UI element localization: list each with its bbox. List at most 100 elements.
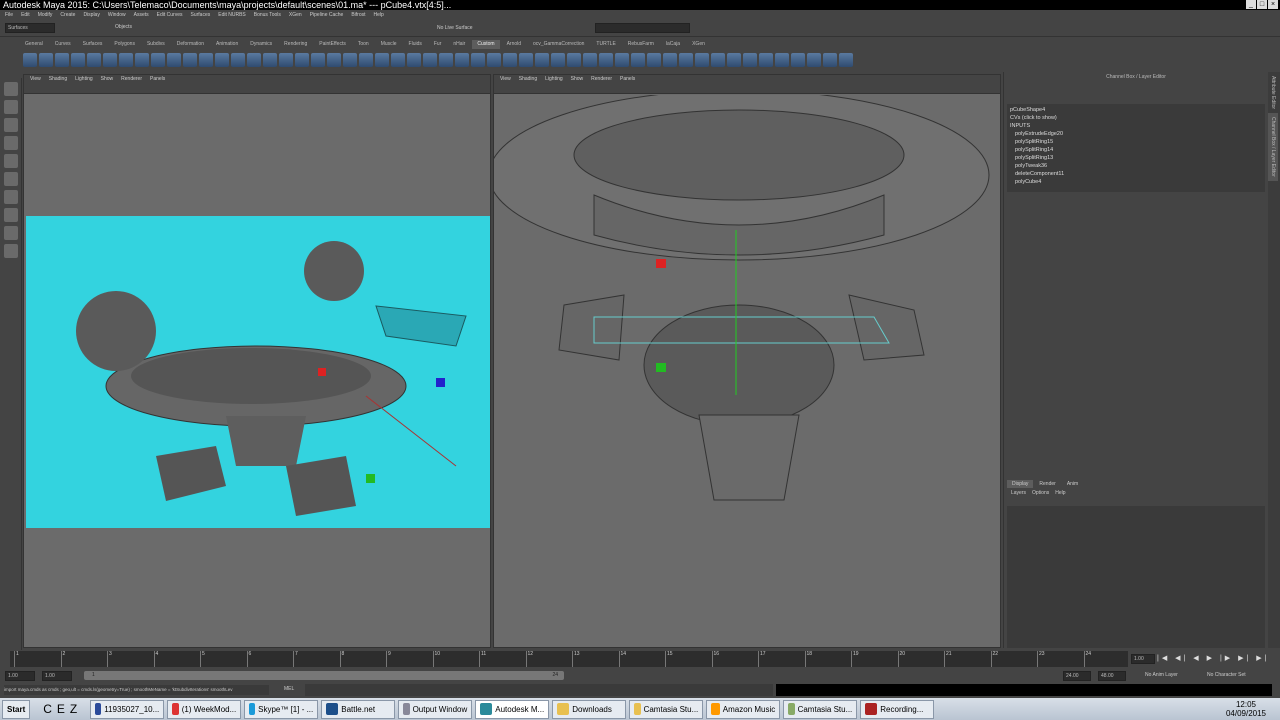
move-tool-icon[interactable]	[4, 136, 18, 150]
layer-list[interactable]	[1007, 506, 1265, 648]
viewport-menu-item[interactable]: Show	[101, 75, 114, 83]
channel-item[interactable]: polyCube4	[1010, 178, 1262, 186]
layout-four-icon[interactable]	[4, 226, 18, 240]
start-time-field[interactable]: 1.00	[5, 671, 35, 681]
layout-single-icon[interactable]	[4, 208, 18, 222]
shelf-tool-icon[interactable]	[423, 53, 437, 67]
scale-tool-icon[interactable]	[4, 172, 18, 186]
menu-item[interactable]: Display	[83, 10, 99, 20]
layer-menu-item[interactable]: Help	[1055, 490, 1065, 496]
shelf-tab[interactable]: PaintEffects	[314, 40, 351, 49]
viewport-menu-item[interactable]: Shading	[49, 75, 67, 83]
channel-item[interactable]: polySplitRing13	[1010, 154, 1262, 162]
end-time-field[interactable]: 48.00	[1098, 671, 1126, 681]
command-input[interactable]	[305, 684, 773, 696]
shelf-tab[interactable]: RebusFarm	[623, 40, 659, 49]
menu-item[interactable]: Bifrost	[351, 10, 365, 20]
app-icon[interactable]: E	[57, 702, 65, 716]
shelf-tab[interactable]: Toon	[353, 40, 374, 49]
viewport-left[interactable]: View Shading Lighting Show Renderer Panels	[23, 74, 491, 648]
taskbar-item[interactable]: Downloads	[552, 699, 627, 719]
shelf-tool-icon[interactable]	[135, 53, 149, 67]
shelf-tool-icon[interactable]	[279, 53, 293, 67]
menu-item[interactable]: Window	[108, 10, 126, 20]
menu-item[interactable]: Help	[374, 10, 384, 20]
shelf-tool-icon[interactable]	[631, 53, 645, 67]
shelf-tool-icon[interactable]	[455, 53, 469, 67]
shelf-tool-icon[interactable]	[215, 53, 229, 67]
shelf-tool-icon[interactable]	[759, 53, 773, 67]
shelf-tool-icon[interactable]	[231, 53, 245, 67]
shelf-tab[interactable]: Fur	[429, 40, 447, 49]
channel-item[interactable]: polySplitRing15	[1010, 138, 1262, 146]
shelf-tool-icon[interactable]	[471, 53, 485, 67]
shelf-tool-icon[interactable]	[487, 53, 501, 67]
playback-start-field[interactable]: 1.00	[42, 671, 72, 681]
shelf-tab[interactable]: Animation	[211, 40, 243, 49]
shelf-tool-icon[interactable]	[839, 53, 853, 67]
wireframe-scene[interactable]	[494, 95, 1000, 647]
close-button[interactable]: ×	[1268, 0, 1278, 9]
perspective-scene[interactable]	[26, 216, 490, 528]
character-set-dropdown[interactable]: No Character Set	[1207, 672, 1246, 678]
shelf-tab[interactable]: Fluids	[404, 40, 427, 49]
range-bar[interactable]: 1 24	[84, 671, 564, 680]
anim-layer-dropdown[interactable]: No Anim Layer	[1145, 672, 1178, 678]
layer-menu-item[interactable]: Layers	[1011, 490, 1026, 496]
taskbar-item[interactable]: Camtasia Stu...	[629, 699, 704, 719]
show-manipulator-icon[interactable]	[4, 190, 18, 204]
menuset-dropdown[interactable]: Surfaces	[5, 23, 55, 33]
shelf-tool-icon[interactable]	[39, 53, 53, 67]
shelf-tool-icon[interactable]	[551, 53, 565, 67]
menu-item[interactable]: Edit NURBS	[218, 10, 246, 20]
shelf-tool-icon[interactable]	[535, 53, 549, 67]
taskbar-item[interactable]: 11935027_10...	[90, 699, 165, 719]
shelf-tool-icon[interactable]	[823, 53, 837, 67]
menu-item[interactable]: Edit	[21, 10, 30, 20]
shelf-tool-icon[interactable]	[103, 53, 117, 67]
viewport-menu-item[interactable]: Lighting	[75, 75, 93, 83]
viewport-menu-item[interactable]: View	[500, 75, 511, 83]
viewport-menu-item[interactable]: View	[30, 75, 41, 83]
lasso-tool-icon[interactable]	[4, 100, 18, 114]
shelf-tool-icon[interactable]	[807, 53, 821, 67]
layer-tab[interactable]: Anim	[1062, 480, 1083, 488]
menu-item[interactable]: Pipeline Cache	[310, 10, 344, 20]
viewport-right[interactable]: View Shading Lighting Show Renderer Panels	[493, 74, 1001, 648]
manipulator-handle-blue[interactable]	[436, 378, 445, 387]
shelf-tab[interactable]: General	[20, 40, 48, 49]
vertex-handle-green[interactable]	[656, 363, 666, 372]
taskbar-item[interactable]: Output Window	[398, 699, 473, 719]
shelf-tab[interactable]: Arnold	[502, 40, 526, 49]
paint-select-icon[interactable]	[4, 118, 18, 132]
viewport-menu-item[interactable]: Shading	[519, 75, 537, 83]
taskbar-item[interactable]: Skype™ [1] - ...	[244, 699, 319, 719]
shelf-tool-icon[interactable]	[583, 53, 597, 67]
live-surface[interactable]: No Live Surface	[437, 25, 473, 31]
taskbar-item[interactable]: (1) WeekMod...	[167, 699, 242, 719]
shelf-tab[interactable]: Subdivs	[142, 40, 170, 49]
shelf-tool-icon[interactable]	[391, 53, 405, 67]
shelf-tool-icon[interactable]	[791, 53, 805, 67]
shelf-tool-icon[interactable]	[247, 53, 261, 67]
shelf-tool-icon[interactable]	[359, 53, 373, 67]
shelf-tool-icon[interactable]	[647, 53, 661, 67]
shelf-tab[interactable]: Custom	[472, 40, 500, 49]
mel-toggle[interactable]: MEL	[284, 686, 294, 692]
rotate-tool-icon[interactable]	[4, 154, 18, 168]
channel-item[interactable]: INPUTS	[1010, 122, 1262, 130]
shelf-tab[interactable]: TURTLE	[591, 40, 620, 49]
shelf-tool-icon[interactable]	[311, 53, 325, 67]
app-icon[interactable]: Z	[70, 702, 77, 716]
shelf-tool-icon[interactable]	[695, 53, 709, 67]
shelf-tool-icon[interactable]	[71, 53, 85, 67]
taskbar-item[interactable]: Camtasia Stu...	[783, 699, 858, 719]
shelf-tab[interactable]: Rendering	[279, 40, 312, 49]
shelf-tool-icon[interactable]	[55, 53, 69, 67]
channel-item[interactable]: CVs (click to show)	[1010, 114, 1262, 122]
shelf-tool-icon[interactable]	[119, 53, 133, 67]
app-icon[interactable]: C	[43, 702, 52, 716]
shelf-tool-icon[interactable]	[663, 53, 677, 67]
viewport-menu-item[interactable]: Panels	[620, 75, 635, 83]
shelf-tab[interactable]: nHair	[448, 40, 470, 49]
